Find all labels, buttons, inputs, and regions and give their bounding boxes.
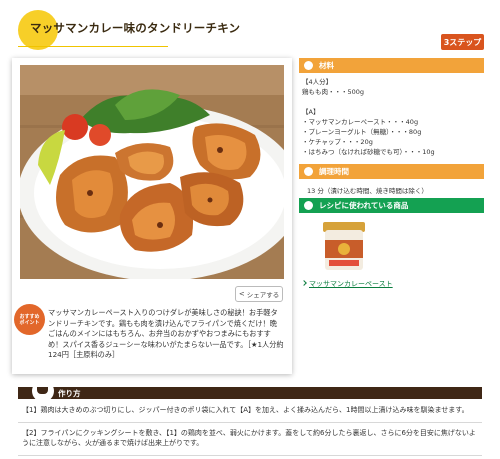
materials-icon: [304, 61, 313, 70]
share-icon: <: [238, 290, 245, 298]
clock-icon: [304, 167, 313, 176]
cooking-time-header: 調理時間: [299, 164, 484, 179]
recommend-label-line2: ポイント: [19, 319, 40, 326]
share-label: シェアする: [246, 291, 280, 299]
divider: [18, 422, 482, 423]
ingredient-item: ・ケチャップ・・・20g: [302, 138, 373, 146]
recipe-photo: [20, 65, 284, 279]
recipe-card: < シェアする おすすめ ポイント マッサマンカレーペースト入りのつけダレが美味…: [12, 58, 292, 374]
servings-text: 【4人分】: [302, 78, 333, 86]
cooking-time-heading: 調理時間: [319, 167, 349, 176]
method-header: 作り方: [18, 387, 482, 399]
method-heading: 作り方: [58, 388, 81, 398]
link-arrow-icon: [301, 280, 307, 286]
pot-icon: [37, 387, 48, 394]
product-link[interactable]: マッサマンカレーペースト: [301, 279, 393, 289]
share-button[interactable]: < シェアする: [235, 286, 283, 302]
ingredient-item: ・マッサマンカレーペースト・・・40g: [302, 118, 419, 126]
ingredient-item: ・はちみつ（なければ砂糖でも可）・・・10g: [302, 148, 435, 156]
group-a-label: 【A】: [302, 108, 320, 116]
recommend-point-badge: おすすめ ポイント: [14, 304, 45, 335]
recipe-description: マッサマンカレーペースト入りのつけダレが美味しさの秘訣！お手軽タンドリーチキンで…: [48, 308, 284, 360]
divider: [18, 455, 482, 456]
main-ingredient: 鶏もも肉・・・500g: [302, 88, 365, 96]
title-underline: [18, 46, 168, 47]
products-icon: [304, 201, 313, 210]
page-title: マッサマンカレー味のタンドリーチキン: [30, 21, 241, 35]
method-step-1: 【1】鶏肉は大きめのぶつ切りにし、ジッパー付きのポリ袋に入れて【A】を加え、よく…: [22, 406, 469, 414]
ingredient-item: ・プレーンヨーグルト（無糖）・・・80g: [302, 128, 422, 136]
products-header: レシピに使われている商品: [299, 198, 484, 213]
cooking-time-value: 13 分（漬け込む時間、焼き時間は除く）: [307, 187, 428, 195]
products-heading: レシピに使われている商品: [319, 201, 409, 210]
materials-header: 材料: [299, 58, 484, 73]
materials-heading: 材料: [319, 61, 334, 70]
product-jar-image[interactable]: [319, 220, 369, 272]
steps-badge: 3ステップ: [441, 34, 484, 50]
product-link-label: マッサマンカレーペースト: [309, 280, 393, 288]
method-step-2: 【2】フライパンにクッキングシートを敷き、【1】の鶏肉を並べ、弱火にかけます。蓋…: [22, 429, 476, 447]
tandoori-chicken-image: [20, 65, 284, 279]
